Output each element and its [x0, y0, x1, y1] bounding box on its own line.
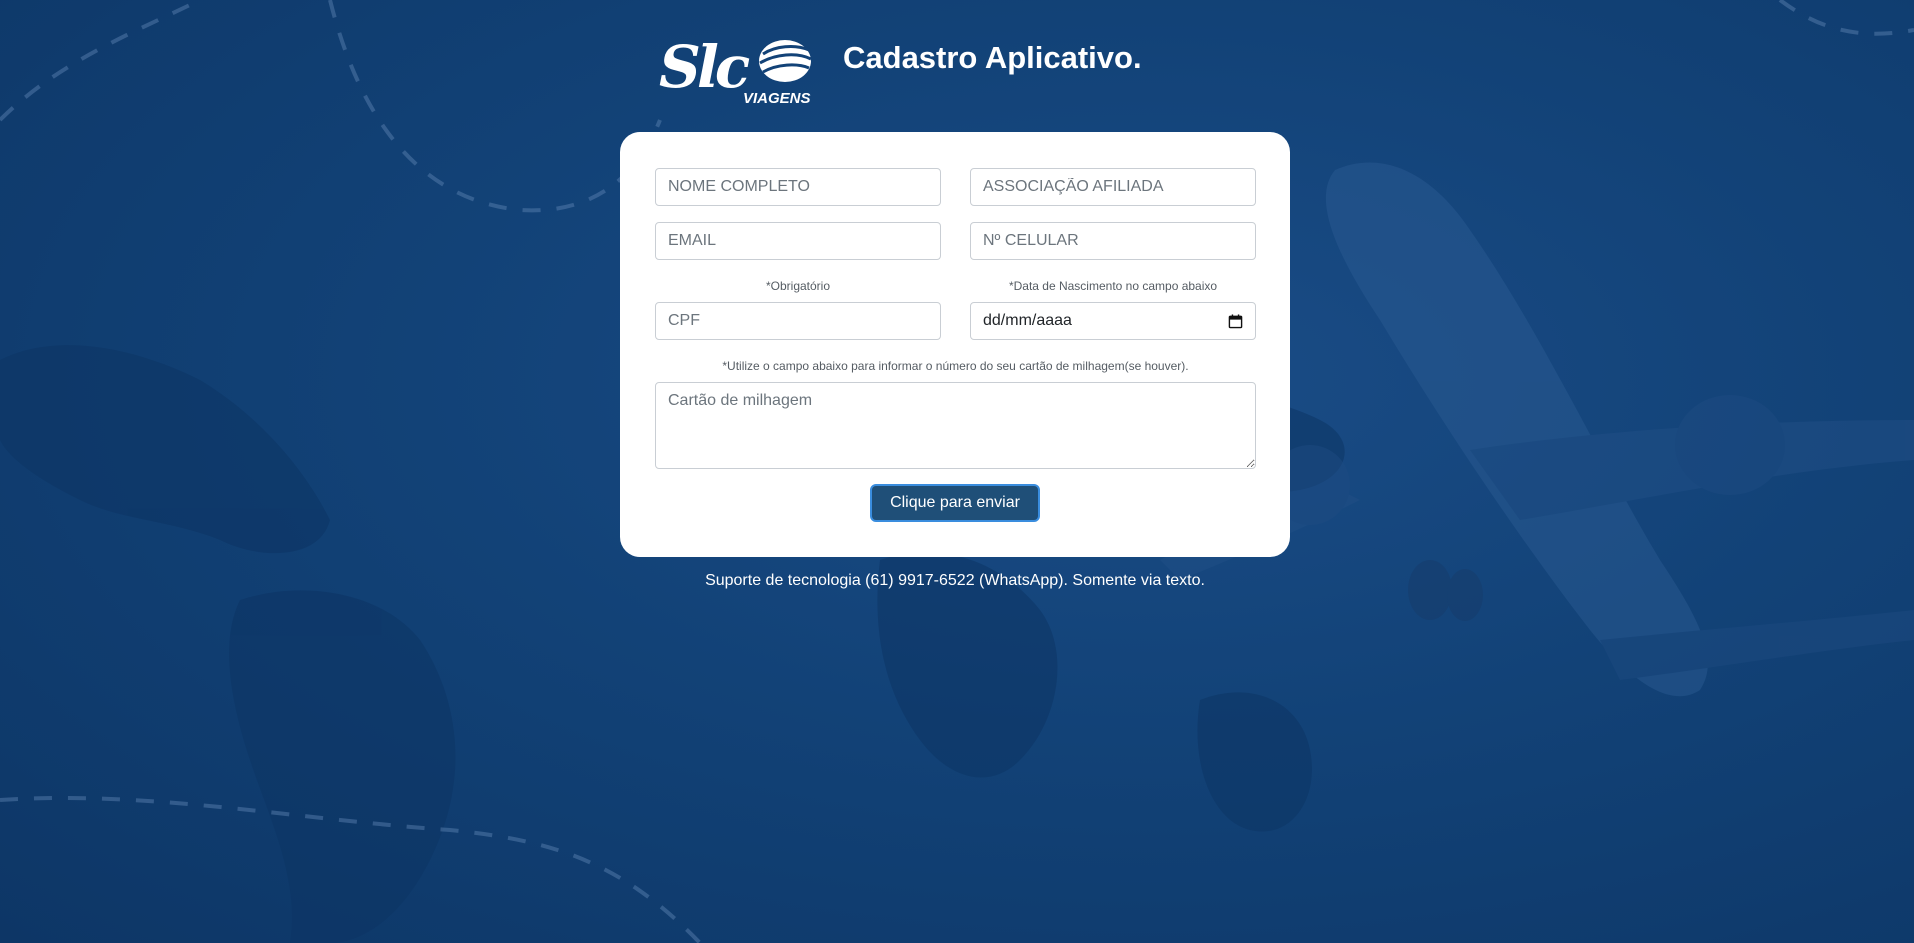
- logo-icon: [759, 40, 812, 82]
- logo-text: Slc: [659, 33, 750, 101]
- submit-button[interactable]: Clique para enviar: [870, 484, 1040, 522]
- birthdate-hint: *Data de Nascimento no campo abaixo: [1008, 279, 1218, 293]
- registration-form: *Obrigatório *Data de Nascimento no camp…: [620, 132, 1290, 557]
- page-header: Slc VIAGENS Cadastro Aplicativo.: [655, 36, 1295, 116]
- nome-completo-input[interactable]: [655, 168, 941, 206]
- page: Slc VIAGENS Cadastro Aplicativo. *Obriga…: [0, 0, 1914, 943]
- birthdate-input[interactable]: dd/mm/aaaa: [970, 302, 1256, 340]
- logo-subtitle: VIAGENS: [743, 90, 811, 107]
- date-placeholder: dd/mm/aaaa: [983, 312, 1072, 329]
- page-title: Cadastro Aplicativo.: [843, 40, 1142, 75]
- support-contact-text: Suporte de tecnologia (61) 9917-6522 (Wh…: [705, 572, 1205, 589]
- email-input[interactable]: [655, 222, 941, 260]
- slc-viagens-logo: Slc VIAGENS: [659, 36, 814, 111]
- cartao-milhagem-textarea[interactable]: [655, 382, 1256, 469]
- celular-input[interactable]: [970, 222, 1256, 260]
- cpf-input[interactable]: [655, 302, 941, 340]
- cpf-required-hint: *Obrigatório: [765, 279, 831, 293]
- calendar-icon[interactable]: [1228, 313, 1243, 329]
- associacao-afiliada-input[interactable]: [970, 168, 1256, 206]
- milhagem-hint: *Utilize o campo abaixo para informar o …: [722, 359, 1189, 373]
